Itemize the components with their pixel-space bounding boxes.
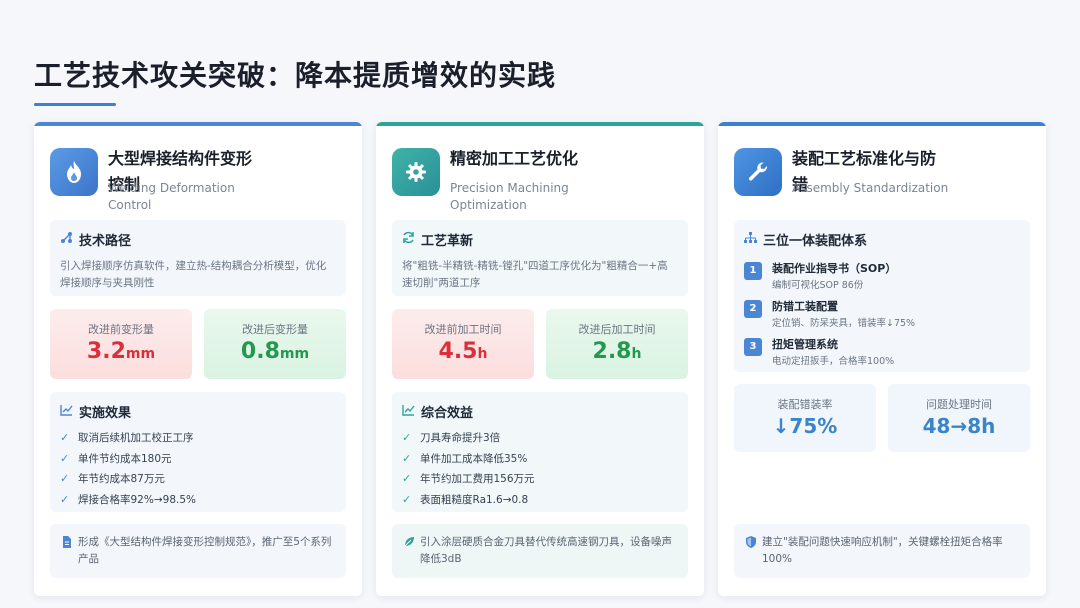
- list-item: ✓ 焊接合格率92%→98.5%: [60, 490, 336, 511]
- card-subtitle: Welding Deformation Control: [108, 181, 235, 212]
- steps-list: 1 装配作业指导书（SOP） 编制可视化SOP 86份 2 防错工装配置 定位销…: [744, 258, 1020, 372]
- card-subtitle: Precision Machining Optimization: [450, 181, 569, 212]
- metric-after: 改进后变形量 0.8mm: [204, 309, 346, 379]
- card-topbar: [376, 122, 704, 126]
- wrench-icon: [734, 148, 782, 196]
- section-effects: 实施效果 ✓ 取消后续机加工校正工序 ✓ 单件节约成本180元 ✓ 年节约成本87万元…: [50, 392, 346, 512]
- leaf-icon: [404, 536, 415, 550]
- footer-note: 建立"装配问题快速响应机制"，关键螺栓扭矩合格率100%: [734, 524, 1030, 578]
- card-welding: 大型焊接结构件变形控制 Welding Deformation Control …: [34, 122, 362, 596]
- section-assembly-system: 三位一体装配体系 1 装配作业指导书（SOP） 编制可视化SOP 86份 2 防…: [734, 220, 1030, 372]
- check-icon: ✓: [402, 492, 412, 506]
- check-icon: ✓: [60, 492, 70, 506]
- section-process-innovation: 工艺革新 将"粗铣-半精铣-精铣-镗孔"四道工序优化为"粗精合一+高速切削"两道…: [392, 220, 688, 296]
- list-item: ✓ 取消后续机加工校正工序: [60, 428, 336, 449]
- metric-handling-time: 问题处理时间 48→8h: [888, 384, 1030, 452]
- footer-note: 引入涂层硬质合金刀具替代传统高速钢刀具，设备噪声降低3dB: [392, 524, 688, 578]
- gear-icon: [392, 148, 440, 196]
- list-item: 1 装配作业指导书（SOP） 编制可视化SOP 86份: [744, 258, 1020, 296]
- footer-note: 形成《大型结构件焊接变形控制规范》，推广至5个系列产品: [50, 524, 346, 578]
- shield-icon: [746, 536, 756, 551]
- refresh-icon: [402, 231, 415, 248]
- section-title: 实施效果: [79, 406, 132, 421]
- list-item: 3 扭矩管理系统 电动定扭扳手，合格率100%: [744, 334, 1020, 372]
- section-title: 工艺革新: [421, 234, 474, 249]
- section-title: 技术路径: [79, 234, 132, 249]
- check-icon: ✓: [402, 431, 412, 444]
- list-item: ✓ 年节约成本87万元: [60, 469, 336, 490]
- flame-icon: [50, 148, 98, 196]
- effects-list: ✓ 取消后续机加工校正工序 ✓ 单件节约成本180元 ✓ 年节约成本87万元 ✓ 焊接合…: [60, 428, 336, 510]
- section-tech-route: 技术路径 引入焊接顺序仿真软件，建立热-结构耦合分析模型，优化焊接顺序与夹具刚性: [50, 220, 346, 296]
- document-icon: [62, 536, 72, 551]
- slide: 工艺技术攻关突破：降本提质增效的实践 大型焊接结构件变形控制 Welding D…: [0, 0, 1080, 608]
- check-icon: ✓: [60, 431, 70, 444]
- effects-list: ✓ 刀具寿命提升3倍 ✓ 单件加工成本降低35% ✓ 年节约加工费用156万元 ✓ 表面…: [402, 428, 678, 510]
- section-title: 综合效益: [421, 406, 474, 421]
- title-underline: [34, 103, 116, 106]
- section-title: 三位一体装配体系: [763, 234, 868, 249]
- metric-before: 改进前加工时间 4.5h: [392, 309, 534, 379]
- check-icon: ✓: [402, 451, 412, 465]
- list-item: ✓ 年节约加工费用156万元: [402, 469, 678, 490]
- check-icon: ✓: [60, 472, 70, 485]
- section-benefits: 综合效益 ✓ 刀具寿命提升3倍 ✓ 单件加工成本降低35% ✓ 年节约加工费用156万…: [392, 392, 688, 512]
- card-machining: 精密加工工艺优化 Precision Machining Optimizatio…: [376, 122, 704, 596]
- route-icon: [60, 231, 73, 248]
- hierarchy-icon: [744, 231, 757, 248]
- list-item: ✓ 单件节约成本180元: [60, 449, 336, 470]
- check-icon: ✓: [60, 451, 70, 465]
- section-text: 将"粗铣-半精铣-精铣-镗孔"四道工序优化为"粗精合一+高速切削"两道工序: [402, 260, 668, 289]
- card-topbar: [718, 122, 1046, 126]
- card-assembly: 装配工艺标准化与防错 Assembly Standardization 三位一体…: [718, 122, 1046, 596]
- metric-after: 改进后加工时间 2.8h: [546, 309, 688, 379]
- metric-before: 改进前变形量 3.2mm: [50, 309, 192, 379]
- page-title: 工艺技术攻关突破：降本提质增效的实践: [34, 59, 557, 92]
- list-item: ✓ 刀具寿命提升3倍: [402, 428, 678, 449]
- chart-line-icon: [402, 404, 415, 420]
- chart-line-icon: [60, 404, 73, 420]
- list-item: ✓ 表面粗糙度Ra1.6→0.8: [402, 490, 678, 511]
- list-item: 2 防错工装配置 定位销、防呆夹具，错装率↓75%: [744, 296, 1020, 334]
- section-text: 引入焊接顺序仿真软件，建立热-结构耦合分析模型，优化焊接顺序与夹具刚性: [60, 260, 327, 289]
- card-topbar: [34, 122, 362, 126]
- metric-error-rate: 装配错装率 ↓75%: [734, 384, 876, 452]
- card-subtitle: Assembly Standardization: [792, 181, 949, 195]
- list-item: ✓ 单件加工成本降低35%: [402, 449, 678, 470]
- card-title: 精密加工工艺优化: [450, 149, 579, 168]
- check-icon: ✓: [402, 472, 412, 485]
